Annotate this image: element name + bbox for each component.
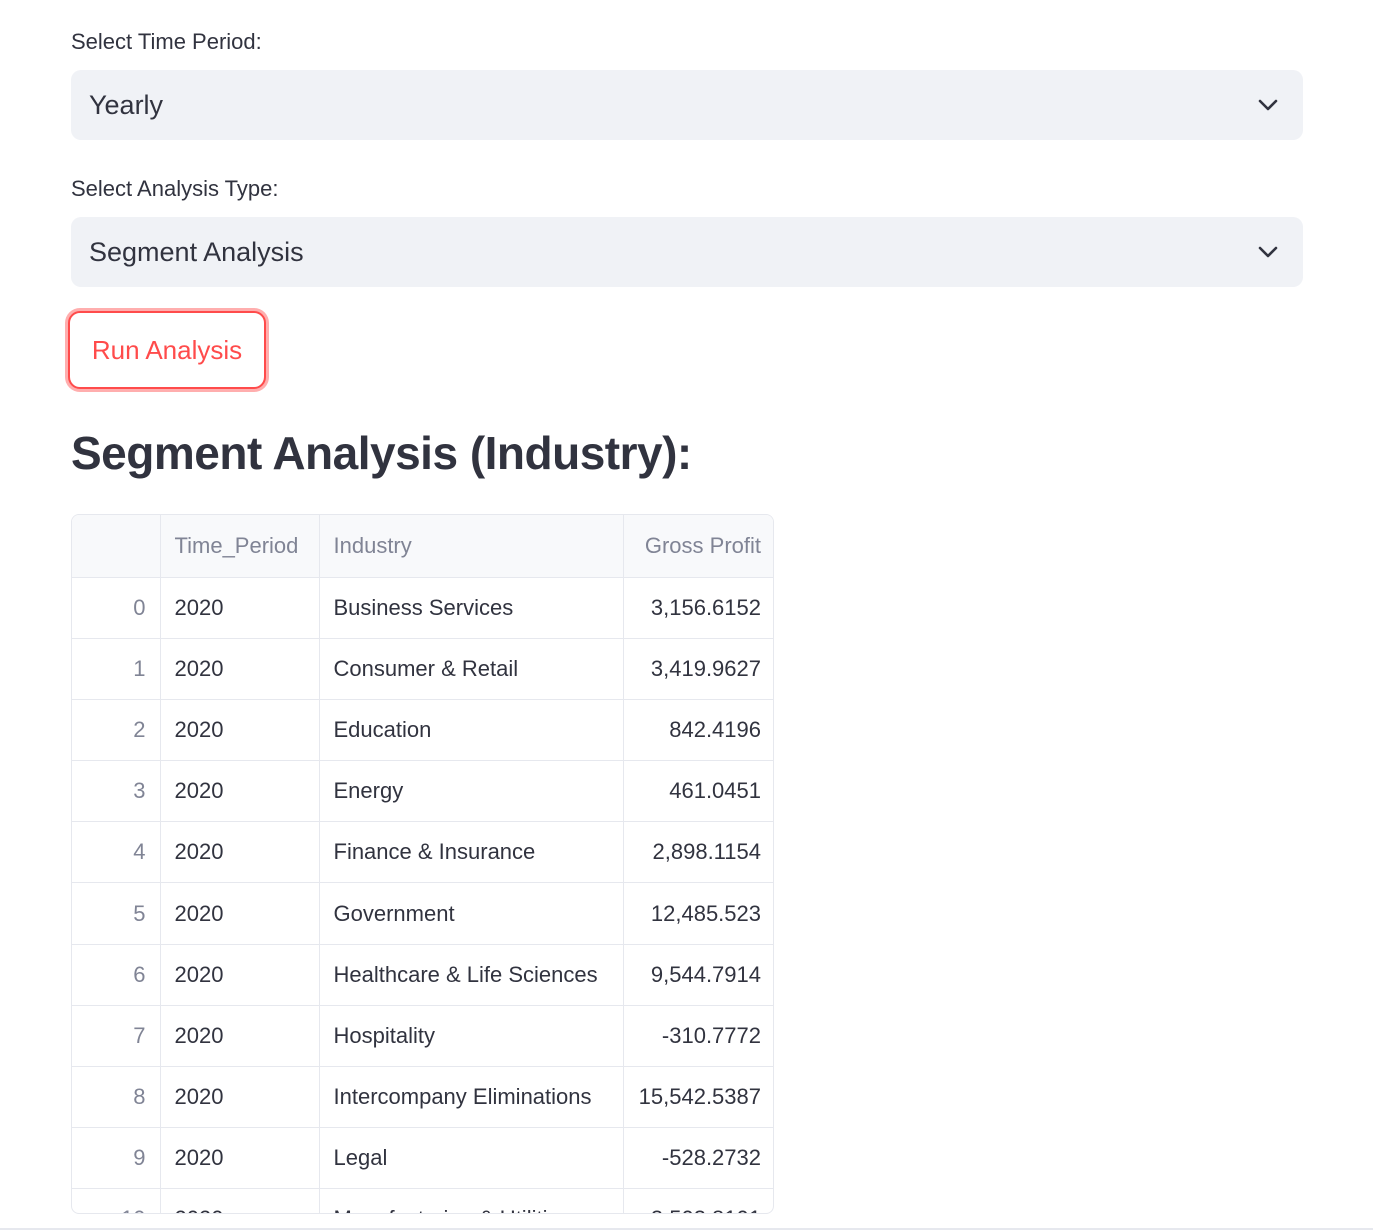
table-row: 6 2020 Healthcare & Life Sciences 9,544.791… (72, 944, 773, 1006)
row-index-cell[interactable]: 8 (72, 1066, 161, 1129)
column-header-time-period[interactable]: Time_Period (160, 515, 320, 578)
row-index-cell[interactable]: 10 (72, 1188, 161, 1213)
gross-profit-cell[interactable]: -528.2732 (623, 1127, 773, 1190)
row-index-cell[interactable]: 3 (72, 760, 161, 823)
row-index-cell[interactable]: 4 (72, 821, 161, 884)
industry-cell[interactable]: Government (319, 882, 624, 945)
analysis-type-select[interactable]: Segment Analysis (71, 217, 1303, 287)
table-row: 5 2020 Government 12,485.523 (72, 882, 773, 945)
chevron-down-icon (1257, 241, 1279, 263)
row-index-cell[interactable]: 6 (72, 944, 161, 1006)
results-table-container[interactable]: Time_Period Industry Gross Profit 0 2020 B… (71, 514, 774, 1214)
gross-profit-cell[interactable]: 2,898.1154 (623, 821, 773, 884)
industry-cell[interactable]: Hospitality (319, 1005, 624, 1068)
time-period-cell[interactable]: 2020 (160, 1127, 320, 1190)
industry-cell[interactable]: Education (319, 699, 624, 762)
time-period-cell[interactable]: 2020 (160, 638, 320, 700)
analysis-type-label: Select Analysis Type: (71, 176, 279, 201)
table-row: 3 2020 Energy 461.0451 (72, 760, 773, 823)
gross-profit-cell[interactable]: 3,503.8101 (623, 1188, 773, 1213)
industry-cell[interactable]: Legal (319, 1127, 624, 1190)
gross-profit-cell[interactable]: 9,544.7914 (623, 944, 773, 1006)
column-header-gross-profit[interactable]: Gross Profit (623, 515, 773, 578)
table-header-row: Time_Period Industry Gross Profit (72, 515, 773, 578)
table-row: 7 2020 Hospitality -310.7772 (72, 1005, 773, 1068)
table-row: 2 2020 Education 842.4196 (72, 699, 773, 762)
gross-profit-cell[interactable]: 461.0451 (623, 760, 773, 823)
row-index-cell[interactable]: 1 (72, 638, 161, 700)
time-period-cell[interactable]: 2020 (160, 1188, 320, 1213)
industry-cell[interactable]: Business Services (319, 577, 624, 639)
time-period-cell[interactable]: 2020 (160, 944, 320, 1006)
table-row: 4 2020 Finance & Insurance 2,898.1154 (72, 821, 773, 884)
table-row: 102020Manufacturing & Utilities3,503.810… (72, 1188, 773, 1213)
results-title: Segment Analysis (Industry): (71, 427, 692, 479)
time-period-cell[interactable]: 2020 (160, 882, 320, 945)
run-analysis-button[interactable]: Run Analysis (68, 311, 266, 389)
time-period-select[interactable]: Yearly (71, 70, 1303, 140)
column-header-industry[interactable]: Industry (319, 515, 624, 578)
time-period-cell[interactable]: 2020 (160, 699, 320, 762)
time-period-cell[interactable]: 2020 (160, 577, 320, 639)
row-index-cell[interactable]: 2 (72, 699, 161, 762)
industry-cell[interactable]: Finance & Insurance (319, 821, 624, 884)
row-index-cell[interactable]: 5 (72, 882, 161, 945)
gross-profit-cell[interactable]: -310.7772 (623, 1005, 773, 1068)
chevron-down-icon (1257, 94, 1279, 116)
time-period-cell[interactable]: 2020 (160, 760, 320, 823)
time-period-label: Select Time Period: (71, 29, 262, 54)
gross-profit-cell[interactable]: 3,156.6152 (623, 577, 773, 639)
time-period-selected-value: Yearly (89, 89, 164, 120)
industry-cell[interactable]: Intercompany Eliminations (319, 1066, 624, 1129)
column-header-index[interactable] (72, 515, 161, 578)
gross-profit-cell[interactable]: 12,485.523 (623, 882, 773, 945)
table-row: 9 2020 Legal -528.2732 (72, 1127, 773, 1190)
table-row: 0 2020 Business Services 3,156.6152 (72, 577, 773, 639)
industry-cell[interactable]: Manufacturing & Utilities (319, 1188, 624, 1213)
row-index-cell[interactable]: 9 (72, 1127, 161, 1190)
time-period-cell[interactable]: 2020 (160, 821, 320, 884)
industry-cell[interactable]: Healthcare & Life Sciences (319, 944, 624, 1006)
gross-profit-cell[interactable]: 842.4196 (623, 699, 773, 762)
time-period-cell[interactable]: 2020 (160, 1066, 320, 1129)
row-index-cell[interactable]: 7 (72, 1005, 161, 1068)
results-table: Time_Period Industry Gross Profit 0 2020 B… (72, 515, 773, 1213)
gross-profit-cell[interactable]: 15,542.5387 (623, 1066, 773, 1129)
table-row: 8 2020 Intercompany Eliminations 15,542.538… (72, 1066, 773, 1129)
table-row: 1 2020 Consumer & Retail 3,419.9627 (72, 638, 773, 700)
industry-cell[interactable]: Energy (319, 760, 624, 823)
analysis-type-selected-value: Segment Analysis (89, 236, 304, 267)
industry-cell[interactable]: Consumer & Retail (319, 638, 624, 700)
time-period-cell[interactable]: 2020 (160, 1005, 320, 1068)
row-index-cell[interactable]: 0 (72, 577, 161, 639)
gross-profit-cell[interactable]: 3,419.9627 (623, 638, 773, 700)
